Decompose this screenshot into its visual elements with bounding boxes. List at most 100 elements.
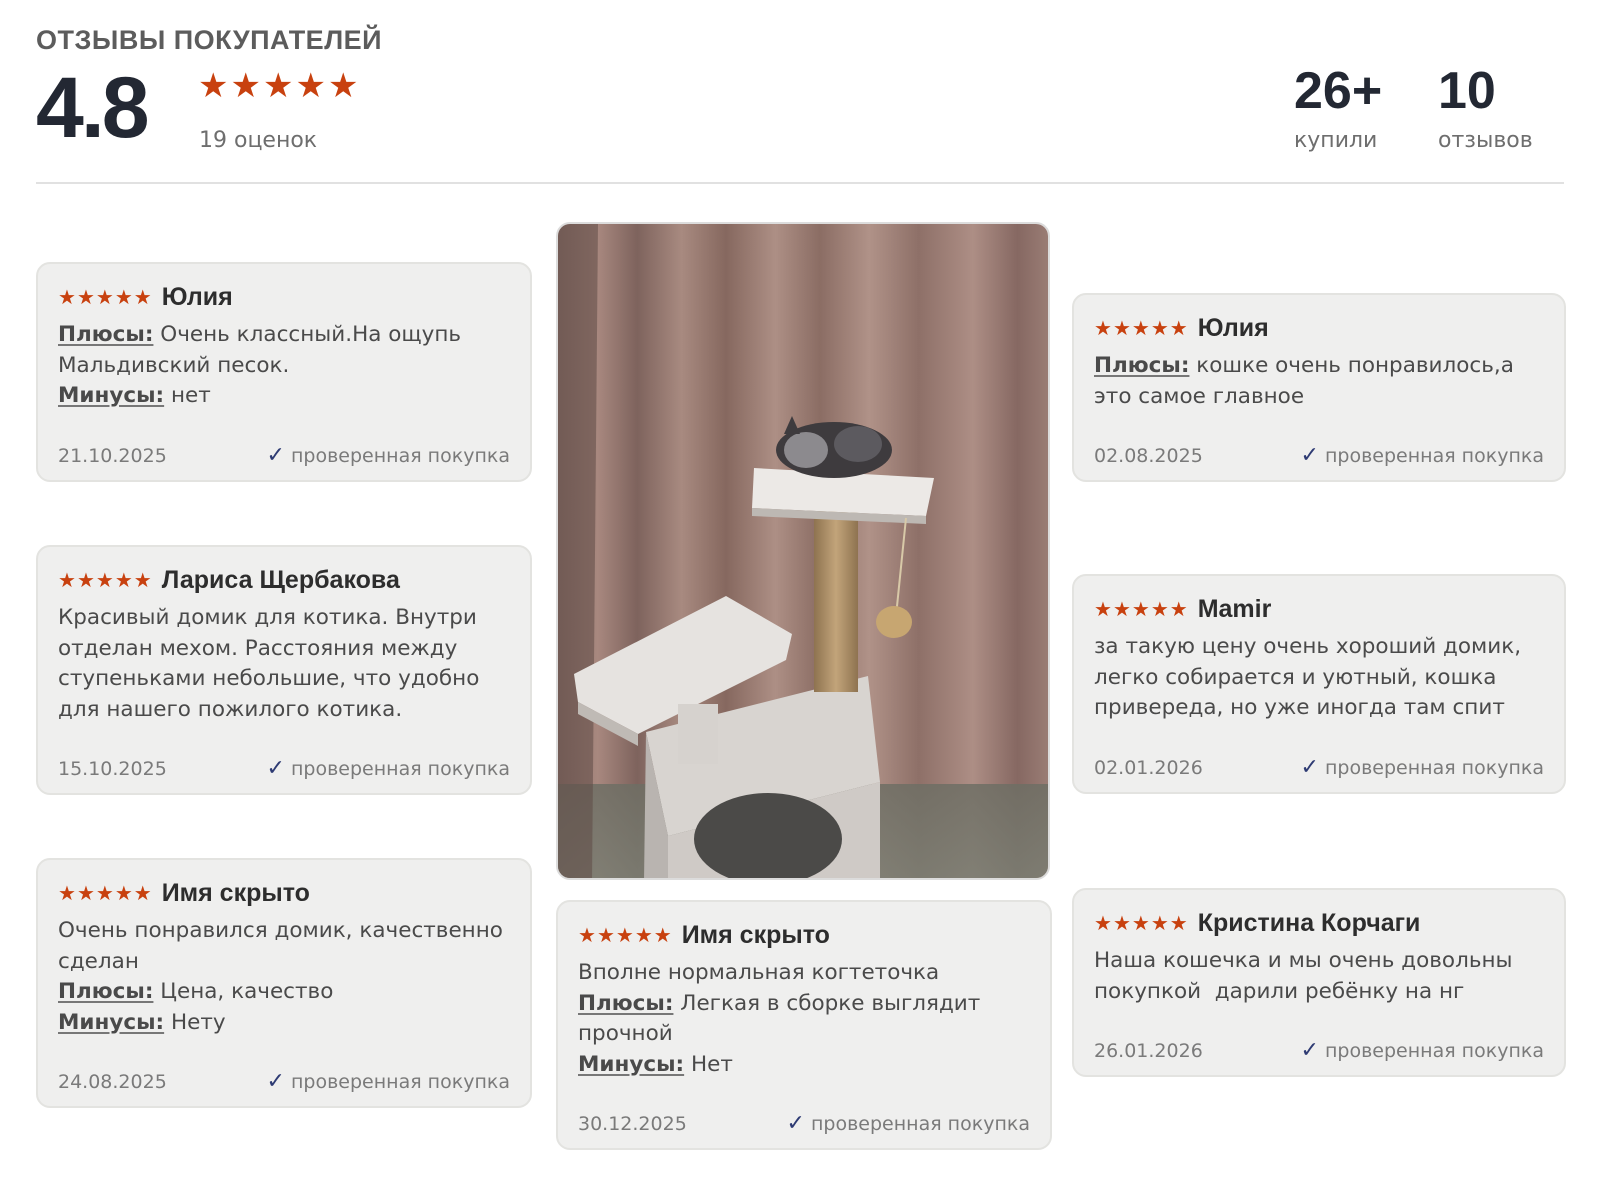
star-icon: ★ [578,923,596,947]
header-divider [36,182,1564,184]
verified-label: проверенная покупка [290,444,510,467]
review-comment: Вполне нормальная когтеточка [578,960,940,985]
star-icon: ★ [198,66,229,106]
rating-count[interactable]: 19 оценок [199,128,317,153]
star-icon: ★ [133,568,152,592]
verified-badge: ✓ проверенная покупка [1301,755,1544,780]
review-stars: ★ ★ ★ ★ ★ [1094,316,1188,340]
star-icon: ★ [1094,911,1112,935]
reviewer-name: Юлия [161,282,233,311]
review-text: Очень понравился домик, качественно сдел… [58,916,510,1038]
pros-label: Плюсы: [58,979,154,1004]
verified-badge: ✓ проверенная покупка [267,1069,510,1094]
review-date: 02.08.2025 [1094,444,1203,467]
cons-text: нет [164,383,211,408]
star-icon: ★ [615,923,634,947]
star-icon: ★ [58,881,76,905]
review-stars: ★ ★ ★ ★ ★ [1094,911,1188,935]
review-card[interactable]: ★ ★ ★ ★ ★ Юлия Плюсы: Очень классный.На ощуп… [36,262,532,482]
review-text: Вполне нормальная когтеточка Плюсы: Легк… [578,958,1030,1080]
review-stars: ★ ★ ★ ★ ★ [58,568,152,592]
review-date: 02.01.2026 [1094,756,1203,779]
reviewer-name: Mamir [1197,594,1272,623]
star-icon: ★ [95,568,114,592]
cons-label: Минусы: [578,1051,685,1077]
section-title: ОТЗЫВЫ ПОКУПАТЕЛЕЙ [36,25,383,55]
review-card[interactable]: ★ ★ ★ ★ ★ Имя скрыто Очень понравился домик,… [36,858,532,1108]
star-icon: ★ [1150,597,1169,621]
star-icon: ★ [1112,911,1131,935]
star-icon: ★ [653,923,672,947]
cons-label: Минусы: [58,383,165,408]
pros-label: Плюсы: [578,990,674,1016]
bought-label: купили [1294,128,1378,153]
star-icon: ★ [1131,597,1150,621]
bought-stat: 26+ купили [1294,60,1382,153]
review-text: за такую цену очень хороший домик, легко… [1094,634,1522,720]
star-icon: ★ [327,66,359,106]
review-date: 15.10.2025 [58,757,167,780]
review-date: 26.01.2026 [1094,1039,1203,1062]
review-comment: Очень понравился домик, качественно сдел… [58,918,503,974]
verified-badge: ✓ проверенная покупка [1301,1038,1544,1063]
cat-tree-photo [558,224,1048,878]
cons-text: Нету [164,1009,226,1035]
star-icon: ★ [295,66,326,106]
verified-label: проверенная покупка [1324,444,1544,467]
verified-badge: ✓ проверенная покупка [267,756,510,781]
reviews-label: отзывов [1438,128,1533,153]
pros-label: Плюсы: [1094,353,1190,378]
review-date: 24.08.2025 [58,1070,167,1093]
star-icon: ★ [262,66,294,106]
star-icon: ★ [1169,911,1188,935]
verified-label: проверенная покупка [290,757,510,780]
review-card[interactable]: ★ ★ ★ ★ ★ Mamir за такую цену очень хороший … [1072,574,1566,794]
verified-badge: ✓ проверенная покупка [787,1111,1030,1136]
star-icon: ★ [58,568,76,592]
verified-badge: ✓ проверенная покупка [267,443,510,468]
review-card[interactable]: ★ ★ ★ ★ ★ Кристина Корчаги Наша кошечка и мы… [1072,888,1566,1077]
pros-text: Цена, качество [153,979,334,1004]
star-icon: ★ [95,285,114,309]
review-stars: ★ ★ ★ ★ ★ [58,285,152,309]
cons-label: Минусы: [58,1009,165,1035]
star-icon: ★ [1169,597,1188,621]
star-icon: ★ [1112,316,1131,340]
star-icon: ★ [76,881,95,905]
reviews-value: 10 [1438,62,1496,120]
star-icon: ★ [230,66,261,106]
star-icon: ★ [114,568,133,592]
reviewer-name: Лариса Щербакова [161,565,400,594]
check-icon: ✓ [266,1069,285,1094]
review-card[interactable]: ★ ★ ★ ★ ★ Имя скрыто Вполне нормальная когте… [556,900,1052,1150]
check-icon: ✓ [266,443,285,468]
reviewer-name: Имя скрыто [681,920,830,949]
star-icon: ★ [76,285,95,309]
star-icon: ★ [133,881,152,905]
review-text: Наша кошечка и мы очень довольны покупко… [1094,948,1520,1004]
pros-label: Плюсы: [58,322,154,347]
review-stars: ★ ★ ★ ★ ★ [1094,597,1188,621]
review-card[interactable]: ★ ★ ★ ★ ★ Юлия Плюсы: кошке очень понравилос… [1072,293,1566,482]
check-icon: ✓ [786,1111,805,1136]
star-icon: ★ [1150,316,1169,340]
star-icon: ★ [114,285,133,309]
star-icon: ★ [1150,911,1169,935]
verified-label: проверенная покупка [810,1112,1030,1135]
verified-label: проверенная покупка [290,1070,510,1093]
check-icon: ✓ [266,756,285,781]
star-icon: ★ [596,923,615,947]
review-text: Красивый домик для котика. Внутри отдела… [58,605,480,722]
star-icon: ★ [1169,316,1188,340]
reviews-header: ОТЗЫВЫ ПОКУПАТЕЛЕЙ 4.8 ★ ★ ★ ★ ★ 19 оцен… [36,0,1564,185]
verified-badge: ✓ проверенная покупка [1301,443,1544,468]
star-icon: ★ [634,923,653,947]
check-icon: ✓ [1300,443,1319,468]
star-icon: ★ [58,285,76,309]
star-icon: ★ [1131,911,1150,935]
review-card[interactable]: ★ ★ ★ ★ ★ Лариса Щербакова Красивый домик дл… [36,545,532,795]
reviews-stat[interactable]: 10 отзывов [1438,60,1533,153]
average-rating: 4.8 [36,60,150,156]
review-photo[interactable] [556,222,1050,880]
reviewer-name: Юлия [1197,313,1269,342]
